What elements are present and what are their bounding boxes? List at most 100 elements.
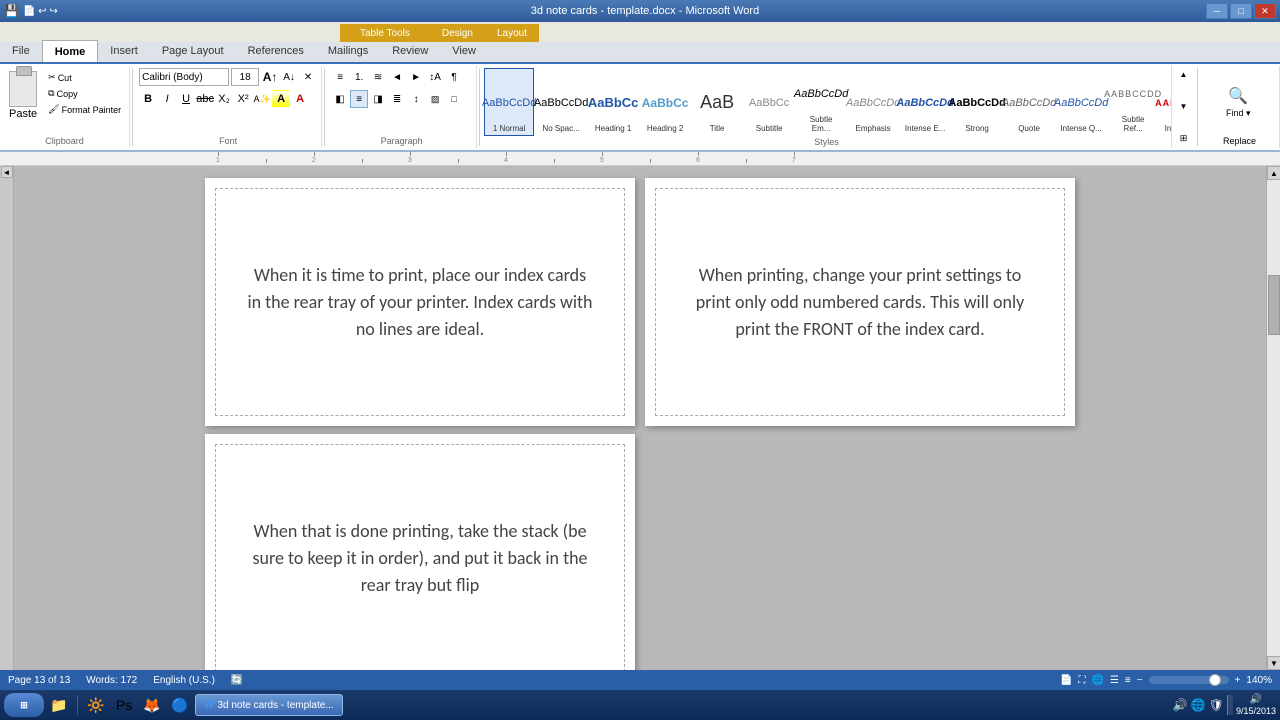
taskbar-icon-chrome[interactable]: 🔵 (167, 693, 193, 717)
taskbar-icon-photoshop[interactable]: Ps (111, 693, 137, 717)
style-heading1[interactable]: AaBbCc Heading 1 (588, 68, 638, 136)
shading-button[interactable]: ▨ (426, 90, 444, 108)
tray-action-center-icon[interactable]: 🛡 (1209, 698, 1224, 712)
style-subtitle[interactable]: AaBbCc Subtitle (744, 68, 794, 136)
style-normal[interactable]: AaBbCcDd 1 Normal (484, 68, 534, 136)
word-app-label: 3d note cards - template... (217, 700, 333, 711)
taskbar-icon-explorer[interactable]: 📁 (46, 693, 72, 717)
bold-button[interactable]: B (139, 90, 157, 108)
cut-button[interactable]: ✂ Cut (44, 70, 125, 85)
editing-group: 🔍 Find ▾ Replace Select ▾ Editing (1200, 66, 1280, 148)
replace-button[interactable]: Replace (1219, 134, 1260, 148)
zoom-slider[interactable] (1149, 676, 1229, 684)
tab-page-layout[interactable]: Page Layout (150, 40, 236, 62)
tray-network-icon[interactable]: 🌐 (1191, 698, 1206, 712)
taskbar-icon-lightroom[interactable]: 🔆 (83, 693, 109, 717)
style-subtle-ref[interactable]: AaBbCcDd Subtle Ref... (1108, 68, 1158, 136)
maximize-button[interactable]: □ (1230, 3, 1252, 19)
italic-button[interactable]: I (158, 90, 176, 108)
tab-view[interactable]: View (440, 40, 488, 62)
tray-show-desktop[interactable] (1227, 695, 1233, 715)
multilevel-list-button[interactable]: ≋ (369, 68, 387, 86)
zoom-out-button[interactable]: − (1137, 675, 1143, 686)
strikethrough-button[interactable]: abc (196, 90, 214, 108)
decrease-indent-button[interactable]: ◄ (388, 68, 406, 86)
ribbon-tabs: File Home Insert Page Layout References … (0, 42, 1280, 64)
style-strong[interactable]: AaBbCcDd Strong (952, 68, 1002, 136)
tab-mailings[interactable]: Mailings (316, 40, 380, 62)
system-clock[interactable]: 🔊 9/15/2013 (1236, 693, 1276, 718)
taskbar-icon-firefox[interactable]: 🦊 (139, 693, 165, 717)
document-area[interactable]: When it is time to print, place our inde… (14, 166, 1266, 670)
font-size-input[interactable] (231, 68, 259, 86)
line-spacing-button[interactable]: ↕ (407, 90, 425, 108)
view-draft-button[interactable]: ≡ (1125, 675, 1131, 686)
zoom-in-button[interactable]: + (1235, 675, 1241, 686)
taskbar-word-app[interactable]: W 3d note cards - template... (195, 694, 343, 716)
tab-review[interactable]: Review (380, 40, 440, 62)
align-center-button[interactable]: ≡ (350, 90, 368, 108)
style-intense-q-label: Intense Q... (1060, 124, 1101, 133)
scroll-track[interactable] (1267, 180, 1280, 656)
style-no-spacing[interactable]: AaBbCcDd No Spac... (536, 68, 586, 136)
align-left-button[interactable]: ◧ (331, 90, 349, 108)
style-intense-e[interactable]: AaBbCcDd Intense E... (900, 68, 950, 136)
style-intense-q[interactable]: AaBbCcDd Intense Q... (1056, 68, 1106, 136)
style-quote[interactable]: AaBbCcDd Quote (1004, 68, 1054, 136)
subscript-button[interactable]: X₂ (215, 90, 233, 108)
right-scrollbar[interactable]: ▲ ▼ (1266, 166, 1280, 670)
replace-label: Replace (1223, 136, 1256, 146)
borders-button[interactable]: □ (445, 90, 463, 108)
ruler: 1 2 3 4 5 6 7 (0, 152, 1280, 166)
view-print-button[interactable]: 📄 (1060, 675, 1072, 686)
tab-file[interactable]: File (0, 40, 42, 62)
font-grow-button[interactable]: A↑ (261, 68, 279, 86)
show-marks-button[interactable]: ¶ (445, 68, 463, 86)
find-button[interactable]: 🔍 Find ▾ (1219, 72, 1258, 132)
scroll-down-button[interactable]: ▼ (1267, 656, 1280, 670)
main-area: ◄ When it is time to print, place our in… (0, 166, 1280, 670)
paste-button[interactable]: Paste (4, 68, 42, 123)
justify-button[interactable]: ≣ (388, 90, 406, 108)
tab-home[interactable]: Home (42, 40, 99, 62)
scroll-thumb[interactable] (1268, 275, 1280, 335)
tab-references[interactable]: References (236, 40, 316, 62)
tab-insert[interactable]: Insert (98, 40, 150, 62)
align-right-button[interactable]: ◨ (369, 90, 387, 108)
numbering-button[interactable]: 1. (350, 68, 368, 86)
style-subtle-em[interactable]: AaBbCcDd Subtle Em... (796, 68, 846, 136)
view-outline-button[interactable]: ☰ (1110, 675, 1119, 686)
tab-layout[interactable]: Layout (485, 24, 539, 42)
close-button[interactable]: ✕ (1254, 3, 1276, 19)
view-fullscreen-button[interactable]: ⛶ (1078, 675, 1085, 686)
cut-icon: ✂ (48, 72, 56, 83)
bullets-button[interactable]: ≡ (331, 68, 349, 86)
clear-formatting-button[interactable]: ✕ (299, 68, 317, 86)
copy-icon: ⧉ (48, 88, 54, 99)
font-shrink-button[interactable]: A↓ (280, 68, 298, 86)
copy-button[interactable]: ⧉ Copy (44, 86, 125, 101)
style-intense-r[interactable]: AaBbCcDd Intense R... (1160, 68, 1171, 136)
text-effects-button[interactable]: A✨ (253, 90, 271, 108)
style-title-label: Title (710, 124, 725, 133)
style-heading2[interactable]: AaBbCc Heading 2 (640, 68, 690, 136)
increase-indent-button[interactable]: ► (407, 68, 425, 86)
font-name-input[interactable] (139, 68, 229, 86)
font-color-button[interactable]: A (291, 90, 309, 108)
format-painter-button[interactable]: 🖌 Format Painter (44, 102, 125, 117)
sort-button[interactable]: ↕A (426, 68, 444, 86)
minimize-button[interactable]: ─ (1206, 3, 1228, 19)
scroll-up-button[interactable]: ▲ (1267, 166, 1280, 180)
start-button[interactable]: ⊞ (4, 693, 44, 717)
highlight-button[interactable]: A (272, 90, 290, 108)
style-strong-preview: AaBbCcDd (956, 82, 998, 124)
window-title: 3d note cards - template.docx - Microsof… (84, 5, 1206, 17)
tray-volume-icon[interactable]: 🔊 (1173, 698, 1188, 712)
styles-change-button[interactable]: ▲ ▼ ⊞ (1171, 66, 1195, 148)
style-emphasis[interactable]: AaBbCcDd Emphasis (848, 68, 898, 136)
view-web-button[interactable]: 🌐 (1091, 675, 1103, 686)
style-title[interactable]: AaB Title (692, 68, 742, 136)
styles-label: Styles (482, 137, 1171, 148)
superscript-button[interactable]: X² (234, 90, 252, 108)
underline-button[interactable]: U (177, 90, 195, 108)
